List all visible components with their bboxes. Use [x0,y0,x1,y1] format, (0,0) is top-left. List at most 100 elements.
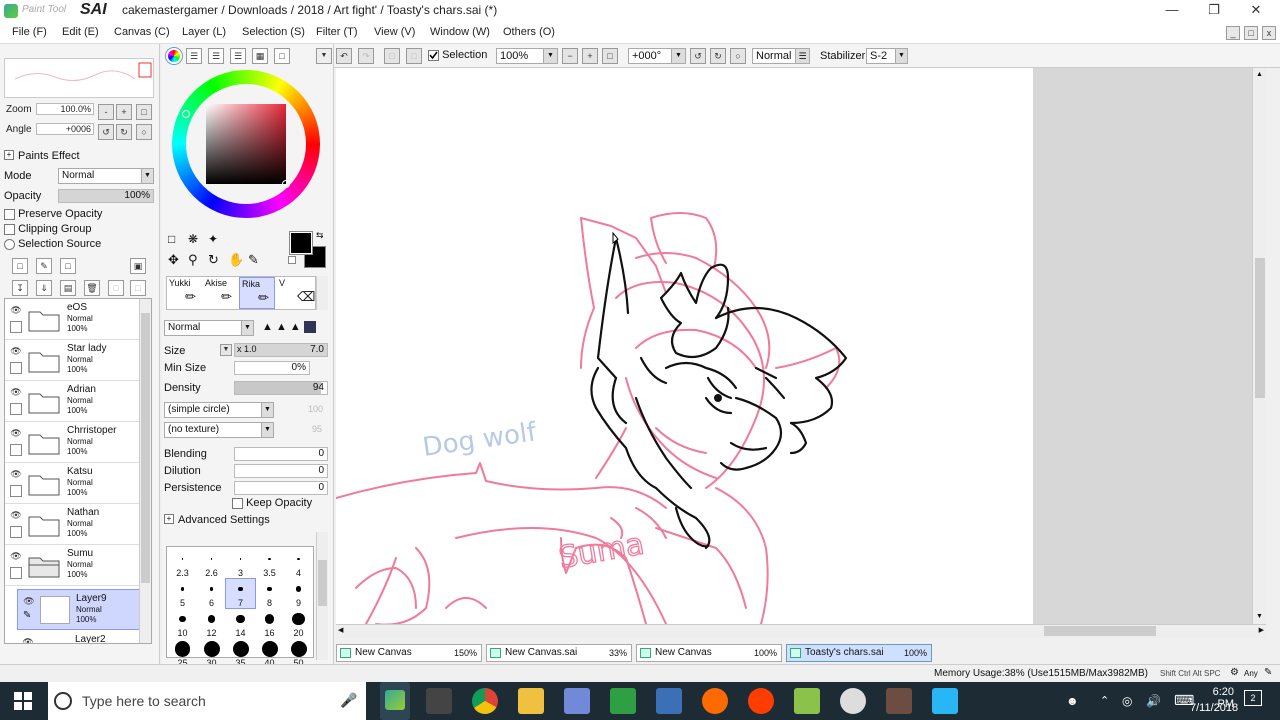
zoom-out-icon[interactable]: − [562,48,578,64]
brush-size-preset[interactable]: 9 [284,579,313,608]
menu-others[interactable]: Others (O) [503,26,555,38]
mdi-close-icon[interactable]: x [1262,26,1276,40]
navigator-thumbnail[interactable] [4,58,154,98]
minimize-icon[interactable]: — [1152,0,1192,22]
panel-dropdown-icon[interactable]: ▼ [316,48,332,64]
scroll-thumb[interactable] [318,560,327,606]
menu-view[interactable]: View (V) [374,26,415,38]
eyedropper-icon[interactable]: ✎ [248,252,259,268]
rotate-ccw-icon[interactable]: ↺ [690,48,706,64]
app-white-icon[interactable] [840,688,866,714]
eye-icon[interactable]: 👁 [9,551,23,561]
eye-icon[interactable]: 👁 [9,428,23,438]
chevron-up-icon[interactable]: ⌃ [1100,694,1109,707]
advanced-settings-header[interactable]: Advanced Settings [178,514,270,526]
app-lime-icon[interactable] [794,688,820,714]
zoom-icon[interactable]: ⚲ [188,252,198,268]
triangle-shape-icon[interactable]: ▲ [262,321,273,333]
layer-list-scrollbar[interactable] [139,299,151,643]
microphone-icon[interactable]: 🎤 [340,692,357,709]
eye-icon[interactable]: 👁 [21,637,35,643]
app-orange-icon[interactable] [702,688,728,714]
selection-checkbox[interactable] [428,49,439,61]
swatches-icon[interactable]: ▦ [252,48,268,64]
menu-selection[interactable]: Selection (S) [242,26,305,38]
undo-icon[interactable]: ↶ [336,48,352,64]
scroll-right-icon[interactable]: ▶ [1259,626,1264,634]
menu-canvas[interactable]: Canvas (C) [114,26,170,38]
restore-icon[interactable]: ❐ [1194,0,1234,22]
brush-texture-select[interactable]: (no texture) ▼ [164,422,274,438]
tab-new-canvas-1[interactable]: New Canvas 150% [336,644,482,662]
app-blue-icon[interactable] [656,688,682,714]
layer-item[interactable]: 👁 Adrian Normal 100% [5,381,141,422]
brush-size-preset[interactable]: 6 [197,579,226,608]
layer-item[interactable]: 👁 Sumu Normal 100% [5,545,141,586]
app-green-icon[interactable] [610,688,636,714]
layer-item[interactable]: 👁 Chrristoper Normal 100% [5,422,141,463]
color-mixer-icon[interactable]: ☰ [230,48,246,64]
eye-icon[interactable]: 👁 [9,469,23,479]
brush-size-preset[interactable]: 2.3 [168,549,197,578]
tab-toasty-chars[interactable]: Toasty's chars.sai 100% [786,644,932,662]
brush-shape-select[interactable]: (simple circle) ▼ [164,402,274,418]
menu-layer[interactable]: Layer (L) [182,26,226,38]
density-slider[interactable]: 94 [234,381,328,395]
brush-size-preset[interactable]: 2.6 [197,549,226,578]
app-red-icon[interactable] [748,688,774,714]
scratchpad-icon[interactable]: □ [274,48,290,64]
brush-size-preset[interactable]: 4 [284,549,313,578]
layer-mask-icon[interactable]: ▣ [130,258,146,274]
brush-size-preset[interactable]: 16 [255,609,284,638]
square-shape-icon[interactable] [303,321,316,334]
zoom-out-button[interactable]: - [98,104,114,120]
brush-size-preset[interactable]: 12 [197,609,226,638]
zoom-in-icon[interactable]: + [582,48,598,64]
layer-item[interactable]: 👁 Star lady Normal 100% [5,340,141,381]
primary-color-swatch[interactable] [290,232,312,254]
angle-slider[interactable]: +0006 [36,123,94,135]
minecraft-icon[interactable] [886,688,912,714]
layer-item-selected[interactable]: 👁 ✎ Layer9 Normal 100% [17,589,141,630]
menu-window[interactable]: Window (W) [430,26,490,38]
size-slider[interactable]: x 1.0 7.0 [234,343,328,357]
rotate-reset-icon[interactable]: ○ [730,48,746,64]
canvas-hscrollbar[interactable]: ◀ ▶ [336,624,1266,638]
redo-icon[interactable]: ↷ [358,48,374,64]
zoom-reset-button[interactable]: □ [136,104,152,120]
color-wheel-mode-icon[interactable] [166,48,182,64]
stabilizer-select[interactable]: S-2 ▼ [866,48,908,64]
saturation-value-square[interactable] [206,104,286,184]
scroll-thumb[interactable] [1255,258,1265,398]
move-icon[interactable]: ✥ [168,252,179,268]
mdi-restore-icon[interactable]: □ [1244,26,1258,40]
persistence-slider[interactable]: 0 [234,481,328,495]
zoom-in-button[interactable]: + [116,104,132,120]
layer-lock-checkbox[interactable] [10,485,22,497]
dilution-slider[interactable]: 0 [234,464,328,478]
discord-icon[interactable] [564,688,590,714]
canvas-area[interactable]: Dog wolf Suma ▲ ▼ [336,68,1266,624]
hsv-slider-icon[interactable]: ☰ [208,48,224,64]
menu-filter[interactable]: Filter (T) [316,26,358,38]
zoom-fit-icon[interactable]: □ [602,48,618,64]
angle-select[interactable]: +000° ▼ [628,48,686,64]
keep-opacity-checkbox[interactable] [232,497,243,509]
triangle-shape-icon[interactable]: ▲ [276,321,287,333]
canvas-vscrollbar[interactable]: ▲ ▼ [1252,68,1266,624]
layer-item[interactable]: 👁 Layer2 [17,631,141,643]
rotate-reset-button[interactable]: ○ [136,124,152,140]
rgb-slider-icon[interactable]: ☰ [186,48,202,64]
scroll-thumb[interactable] [141,313,150,583]
invert-selection-icon[interactable]: □ [406,48,422,64]
volume-icon[interactable]: 🔊 [1146,694,1161,708]
selection-source-radio[interactable] [4,238,15,250]
layer-lock-checkbox[interactable] [10,362,22,374]
marquee-select-icon[interactable]: □ [168,232,175,246]
delete-layer-icon[interactable]: 🗑 [84,280,100,296]
hue-cursor[interactable] [182,110,190,118]
magic-wand-icon[interactable]: ✦ [208,232,218,246]
brush-size-preset[interactable]: 14 [226,609,255,638]
tab-new-canvas-2[interactable]: New Canvas 100% [636,644,782,662]
layer-item[interactable]: 👁 Nathan Normal 100% [5,504,141,545]
